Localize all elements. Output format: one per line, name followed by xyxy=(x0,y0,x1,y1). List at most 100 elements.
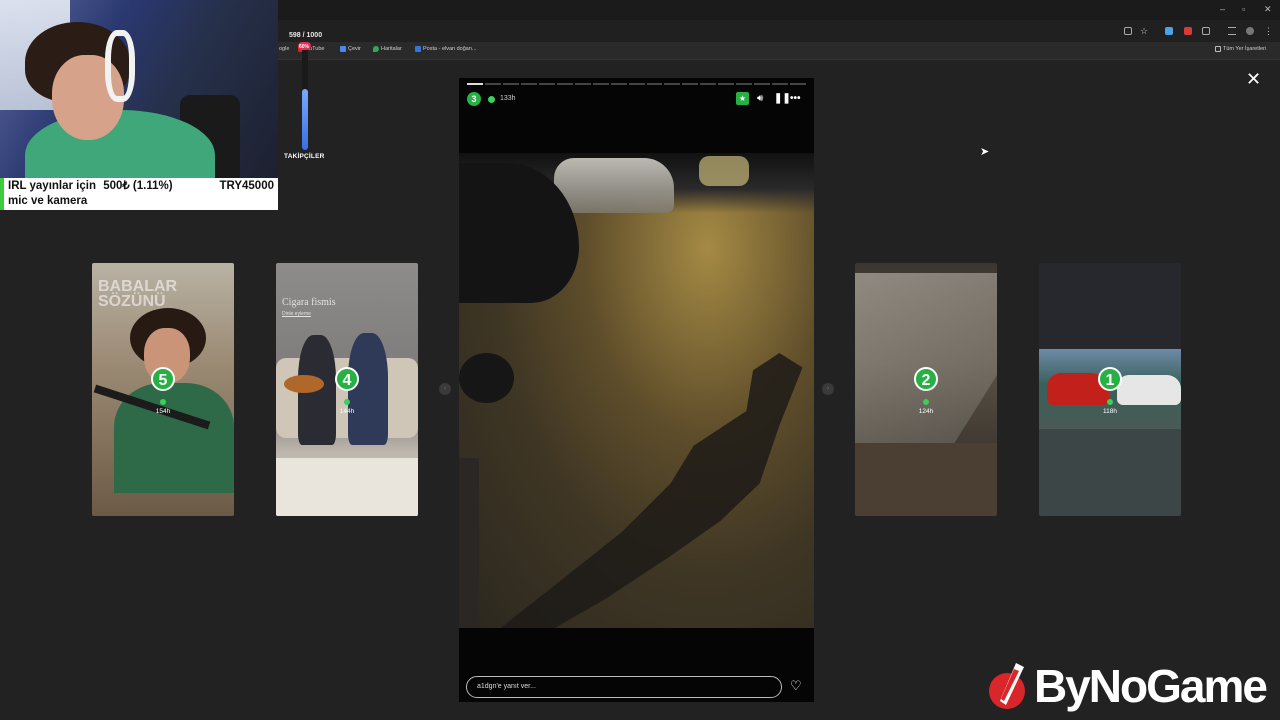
story-card-rank-4[interactable]: Cigara fismis Dinle eyleme 4 144h xyxy=(276,263,418,516)
volume-icon[interactable]: 🔊︎ xyxy=(757,92,763,105)
story-time-ago: 124h xyxy=(918,408,934,415)
card-overlay-subtitle: Dinle eyleme xyxy=(282,311,311,317)
photo-parked-car xyxy=(699,156,749,186)
story-progress-segment xyxy=(484,83,501,85)
donation-goal-title: IRL yayınlar için xyxy=(8,180,96,192)
bookmark-translate[interactable]: Çevir xyxy=(340,46,361,52)
install-app-icon[interactable] xyxy=(1124,27,1132,35)
story-progress-segment xyxy=(520,83,537,85)
story-time-ago: 133h xyxy=(500,95,516,102)
story-card-rank-2[interactable]: 2 124h xyxy=(855,263,997,516)
story-rank-badge: 1 xyxy=(1098,367,1122,391)
story-progress-segment xyxy=(646,83,663,85)
story-photo xyxy=(459,153,814,628)
card-overlay-line: BABALAR xyxy=(98,278,178,295)
story-progress-segment xyxy=(502,83,519,85)
webcam-overlay xyxy=(0,0,278,178)
tab-title-counter[interactable]: 598 / 1000 xyxy=(289,32,322,39)
story-card-rank-5[interactable]: BABALAR SÖZÜNÜ 5 154h xyxy=(92,263,234,516)
story-card-rank-1[interactable]: 1 118h xyxy=(1039,263,1181,516)
story-progress-segment xyxy=(467,83,483,85)
bookmark-google[interactable]: ogle xyxy=(279,46,289,52)
bookmark-mail[interactable]: Posta - elvan doğan... xyxy=(415,46,477,52)
online-dot-icon xyxy=(923,399,929,405)
followers-progress-bar xyxy=(302,48,308,150)
story-progress-segment xyxy=(754,83,771,85)
story-rank-badge: 2 xyxy=(914,367,938,391)
card-overlay-text: BABALAR SÖZÜNÜ xyxy=(98,278,178,310)
story-rank-badge: 3 xyxy=(467,92,481,106)
photo-person-shadow xyxy=(489,353,803,628)
bookmark-label: Posta - elvan doğan... xyxy=(423,46,477,52)
bynogame-logo: ByNoGame xyxy=(984,655,1280,717)
extensions-puzzle-icon[interactable] xyxy=(1202,27,1210,35)
story-time-ago: 154h xyxy=(155,408,171,415)
profile-avatar[interactable] xyxy=(1246,27,1254,35)
mouse-cursor-icon: ➤ xyxy=(980,146,990,158)
next-story-button[interactable]: › xyxy=(822,383,834,395)
card-photo-bottom xyxy=(1039,429,1181,516)
pause-icon[interactable]: ❚❚ xyxy=(774,92,791,105)
story-progress-segment xyxy=(682,83,699,85)
bookmark-maps[interactable]: Haritalar xyxy=(373,46,402,52)
card-photo-guitar xyxy=(284,375,324,393)
card-photo-ground xyxy=(855,443,997,516)
bookmark-label: ogle xyxy=(279,46,290,52)
followers-progress-fill xyxy=(302,88,308,150)
story-progress-segment xyxy=(538,83,555,85)
restore-icon[interactable]: ▫ xyxy=(1242,4,1245,14)
extension-icon[interactable] xyxy=(1184,27,1192,35)
bynogame-wordmark: ByNoGame xyxy=(1034,660,1268,712)
story-progress-bar xyxy=(467,83,807,85)
card-photo-white-car xyxy=(1117,375,1181,405)
story-rank-badge: 4 xyxy=(335,367,359,391)
card-photo-person xyxy=(348,333,388,445)
active-story[interactable]: 3 133h ★ 🔊︎ ❚❚ ••• a1dgn'e yanıt ver... … xyxy=(459,78,814,702)
story-time-ago: 144h xyxy=(339,408,355,415)
star-bookmark-icon[interactable]: ☆ xyxy=(1140,27,1148,36)
headphones xyxy=(105,30,135,102)
more-options-icon[interactable]: ••• xyxy=(790,92,801,105)
bynogame-mark-icon xyxy=(989,663,1025,709)
all-bookmarks[interactable]: Tüm Yer İşaretleri xyxy=(1215,46,1266,52)
story-reply-input[interactable]: a1dgn'e yanıt ver... xyxy=(466,676,782,698)
story-progress-segment xyxy=(790,83,807,85)
maps-icon xyxy=(373,46,379,52)
browser-title-bar xyxy=(278,0,1280,20)
heart-icon[interactable]: ♡ xyxy=(790,679,802,693)
bookmark-label: Çevir xyxy=(348,46,361,52)
story-progress-segment xyxy=(628,83,645,85)
story-progress-segment xyxy=(772,83,789,85)
donation-goal-target: TRY45000 xyxy=(219,180,274,192)
card-overlay-line: SÖZÜNÜ xyxy=(98,293,166,310)
translate-icon xyxy=(340,46,346,52)
story-time-ago: 118h xyxy=(1103,408,1117,415)
story-progress-segment xyxy=(664,83,681,85)
mail-icon xyxy=(415,46,421,52)
card-photo-rug xyxy=(276,458,418,516)
donation-goal-banner: IRL yayınlar için 500₺ (1.11%) TRY45000 … xyxy=(0,178,278,210)
menu-kebab-icon[interactable]: ⋮ xyxy=(1264,27,1273,36)
media-control-icon[interactable] xyxy=(1228,27,1236,35)
close-window-icon[interactable]: ✕ xyxy=(1264,4,1272,15)
donation-goal-amount: 500₺ (1.11%) xyxy=(103,180,173,192)
extension-icon[interactable] xyxy=(1165,27,1173,35)
online-dot-icon xyxy=(344,399,350,405)
star-icon[interactable]: ★ xyxy=(736,92,749,105)
story-rank-badge: 5 xyxy=(151,367,175,391)
all-bookmarks-label: Tüm Yer İşaretleri xyxy=(1223,46,1267,52)
bookmark-label: Haritalar xyxy=(381,46,402,52)
photo-dark-object xyxy=(459,353,514,403)
minimize-icon[interactable]: – xyxy=(1220,4,1225,14)
followers-percent: 60% xyxy=(299,44,310,50)
online-dot-icon xyxy=(488,96,495,103)
story-progress-segment xyxy=(574,83,591,85)
online-dot-icon xyxy=(160,399,166,405)
photo-parked-car xyxy=(554,158,674,213)
donation-goal-subtitle: mic ve kamera xyxy=(8,195,88,207)
close-story-icon[interactable]: ✕ xyxy=(1246,70,1261,88)
followers-label: TAKİPÇİLER xyxy=(284,153,325,160)
story-progress-segment xyxy=(736,83,753,85)
photo-wheel xyxy=(459,458,479,628)
previous-story-button[interactable]: ‹ xyxy=(439,383,451,395)
